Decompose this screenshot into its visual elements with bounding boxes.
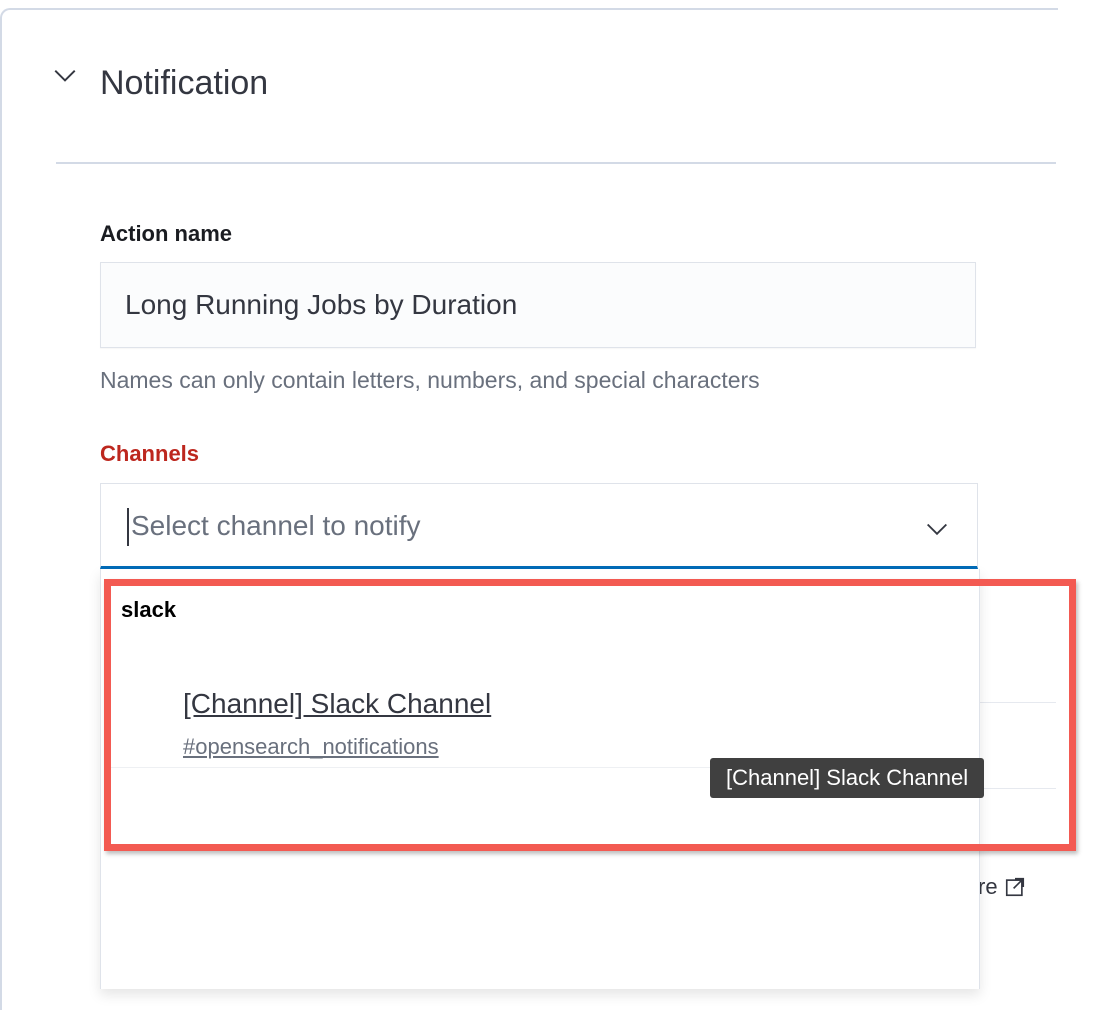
action-name-label: Action name <box>100 221 233 246</box>
accordion-toggle[interactable] <box>52 62 78 88</box>
learn-more-link[interactable]: re <box>978 873 1026 901</box>
option-tooltip: [Channel] Slack Channel <box>710 758 985 798</box>
external-link-icon <box>1005 877 1024 897</box>
learn-more-text: re <box>978 874 998 899</box>
channel-option[interactable]: [Channel] Slack Channel <box>183 687 491 721</box>
background-divider <box>978 702 1056 703</box>
background-divider <box>978 788 1056 789</box>
channels-placeholder: Select channel to notify <box>131 510 421 541</box>
chevron-down-icon <box>54 69 76 82</box>
channels-label: Channels <box>100 441 200 466</box>
channels-combobox[interactable]: Select channel to notify <box>100 483 978 569</box>
action-name-input[interactable] <box>100 262 976 348</box>
section-divider <box>56 162 1056 164</box>
channel-option-subtitle[interactable]: #opensearch_notifications <box>183 733 439 761</box>
option-group-label: slack <box>121 597 177 622</box>
text-cursor <box>127 508 129 546</box>
action-name-help-text: Names can only contain letters, numbers,… <box>100 367 760 393</box>
accordion-title[interactable]: Notification <box>100 62 268 104</box>
chevron-down-icon[interactable] <box>923 514 951 542</box>
